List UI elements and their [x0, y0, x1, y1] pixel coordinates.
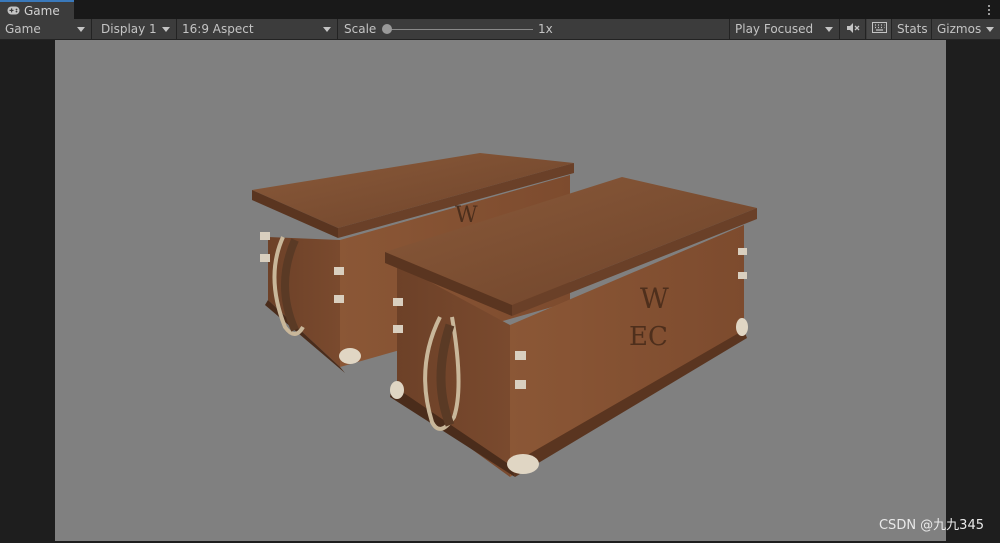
scale-label: Scale — [344, 22, 377, 36]
game-toolbar: Game Display 1 16:9 Aspect Scale 1x Play… — [0, 19, 1000, 40]
display-dropdown[interactable]: Display 1 — [96, 19, 177, 39]
scale-slider-track[interactable] — [387, 29, 533, 30]
watermark: CSDN @九九345 — [878, 518, 984, 533]
stats-button[interactable]: Stats — [892, 19, 932, 39]
chevron-down-icon — [825, 27, 833, 32]
gamepad-icon — [7, 4, 20, 18]
scene-render: W W EC — [252, 153, 757, 477]
chevron-down-icon — [77, 27, 85, 32]
tab-game[interactable]: Game — [0, 0, 74, 19]
aspect-dropdown[interactable]: 16:9 Aspect — [177, 19, 338, 39]
stats-label: Stats — [897, 22, 928, 36]
gizmos-dropdown[interactable]: Gizmos — [932, 19, 1000, 39]
display-label: Display 1 — [101, 22, 157, 36]
chevron-down-icon — [162, 27, 170, 32]
more-options-icon[interactable] — [984, 2, 994, 17]
aspect-label: 16:9 Aspect — [182, 22, 254, 36]
tab-bar: Game — [0, 0, 1000, 19]
chevron-down-icon — [323, 27, 331, 32]
play-mode-label: Play Focused — [735, 22, 814, 36]
tab-label: Game — [24, 3, 60, 18]
play-mode-dropdown[interactable]: Play Focused — [729, 19, 840, 39]
gizmos-label: Gizmos — [937, 22, 982, 36]
scale-label-wrap: Scale — [339, 19, 381, 39]
scale-value: 1x — [538, 22, 553, 36]
mute-audio-button[interactable] — [841, 19, 866, 39]
view-mode-dropdown[interactable]: Game — [0, 19, 92, 39]
chevron-down-icon — [986, 27, 994, 32]
keyboard-icon — [871, 22, 887, 36]
front-chest-marking-bottom: EC — [629, 322, 668, 352]
game-viewport[interactable]: W W EC — [55, 40, 946, 541]
speaker-muted-icon — [846, 22, 860, 37]
keyboard-shortcuts-button[interactable] — [867, 19, 892, 39]
view-mode-label: Game — [5, 22, 41, 36]
front-chest-marking-top: W — [640, 282, 669, 315]
scale-slider-handle[interactable] — [382, 24, 392, 34]
